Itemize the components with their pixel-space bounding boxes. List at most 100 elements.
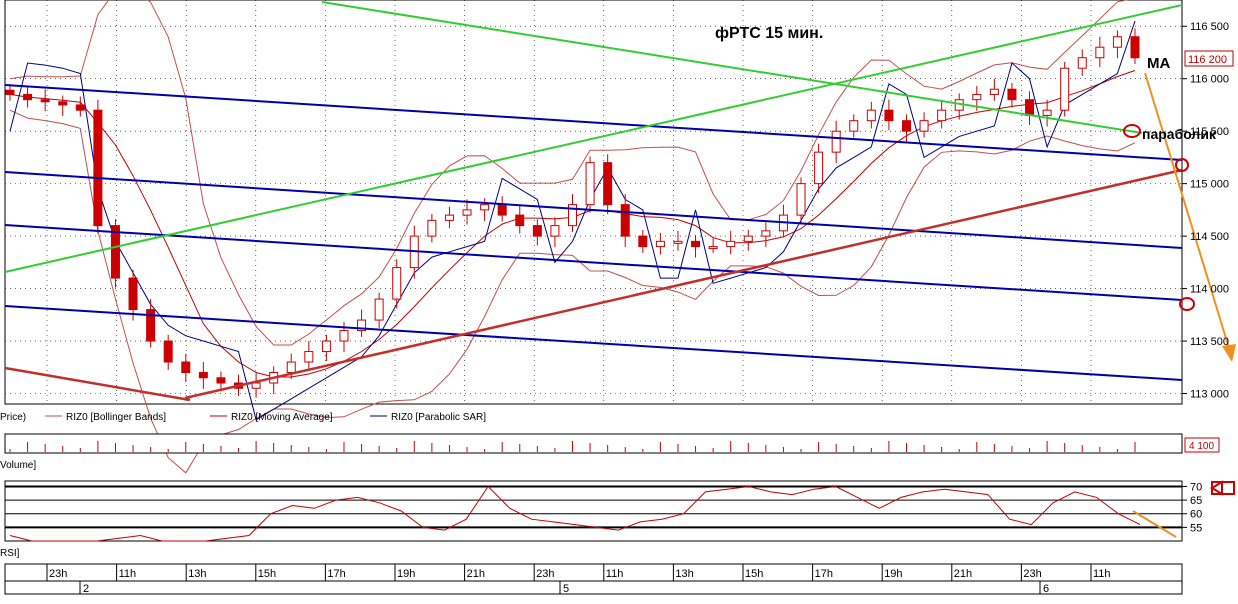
candle-down xyxy=(163,340,173,363)
candle-up xyxy=(585,162,595,206)
candle-down xyxy=(515,214,525,227)
candle-up xyxy=(462,209,472,216)
candle-up xyxy=(1112,36,1122,48)
candle-up xyxy=(321,340,331,353)
rsi-tick-label: 55 xyxy=(1190,522,1202,534)
rsi-pane: 5560 65 70 RSI] xyxy=(0,480,1235,559)
price-tick-label: 113 500 xyxy=(1190,336,1229,348)
candle-up xyxy=(989,88,999,95)
candle-up xyxy=(304,351,314,363)
candle-down xyxy=(884,109,894,122)
time-axis-frame xyxy=(4,563,1183,582)
time-label: 11h xyxy=(119,568,137,580)
candle-up xyxy=(655,240,665,248)
candle-up xyxy=(1095,46,1105,59)
time-label: 23h xyxy=(1023,568,1041,580)
time-label: 21h xyxy=(467,568,485,580)
rsi-label: RSI] xyxy=(0,548,20,559)
candle-up xyxy=(427,219,437,237)
time-label: 19h xyxy=(397,568,415,580)
candle-down xyxy=(23,93,33,101)
candle-down xyxy=(110,225,120,279)
candle-down xyxy=(497,204,507,216)
price-tick-label: 113 000 xyxy=(1190,389,1229,401)
time-label: 13h xyxy=(188,568,206,580)
last-price-label: 116 200 xyxy=(1188,54,1227,66)
legend-row: Price) RIZ0 [Bollinger Bands] RIZ0 [Movi… xyxy=(0,412,486,423)
candle-up xyxy=(673,240,683,244)
price-tick-label: 114 500 xyxy=(1190,231,1229,243)
time-label: 11h xyxy=(606,568,624,580)
chart-window: 113 000 113 500 114 000 114 500 115 000 115 5… xyxy=(0,0,1238,599)
candle-down xyxy=(198,372,208,379)
candle-up xyxy=(444,214,454,221)
time-label: 13h xyxy=(675,568,693,580)
candle-up xyxy=(831,130,841,153)
candle-up xyxy=(708,246,718,250)
candle-down xyxy=(181,361,191,374)
candle-up xyxy=(972,93,982,101)
price-tick-label: 116 500 xyxy=(1190,21,1229,33)
candle-down xyxy=(691,240,701,248)
time-label: 15h xyxy=(745,568,763,580)
day-label: 5 xyxy=(563,583,569,595)
volume-pane-frame xyxy=(4,433,1183,454)
chart-canvas: 113 000113 500114 000114 500115 000115 5… xyxy=(0,0,1236,595)
volume-pane: 4 100 Volume] xyxy=(0,433,1220,471)
rsi-y-axis: 5560 65 70 xyxy=(1182,481,1202,534)
candle-up xyxy=(480,204,490,211)
candle-down xyxy=(93,109,103,227)
time-axis: 23h 11h 13h 15h 17h 19h 21h 23h 11h 13h 15h 17h 19h 2… xyxy=(4,563,1183,595)
rsi-tick-label: 65 xyxy=(1190,495,1202,507)
candle-down xyxy=(1130,36,1140,59)
candle-down xyxy=(901,120,911,132)
time-label: 11h xyxy=(1093,568,1111,580)
parabolic-annotation: параболик xyxy=(1142,126,1217,142)
candle-up xyxy=(743,235,753,242)
rsi-70-arrow-marker xyxy=(1210,480,1235,496)
price-tick-label: 115 000 xyxy=(1190,179,1229,191)
candle-up xyxy=(550,225,560,237)
legend-bollinger: RIZ0 [Bollinger Bands] xyxy=(66,412,166,423)
candle-up xyxy=(866,109,876,122)
ma-annotation: MA xyxy=(1147,55,1170,72)
candle-up xyxy=(374,298,384,321)
legend-price: Price) xyxy=(0,412,26,423)
candle-up xyxy=(796,183,806,216)
candle-up xyxy=(814,151,824,185)
legend-ma: RIZ0 [Moving Average] xyxy=(231,412,333,423)
candle-down xyxy=(216,377,226,384)
time-label: 23h xyxy=(536,568,554,580)
candle-down xyxy=(128,277,138,311)
chart-title: фРТС 15 мин. xyxy=(715,25,823,42)
time-label: 23h xyxy=(49,568,67,580)
candle-up xyxy=(937,109,947,122)
price-tick-label: 116 000 xyxy=(1190,74,1229,86)
day-label: 2 xyxy=(83,583,89,595)
candle-down xyxy=(5,89,15,95)
day-label: 6 xyxy=(1043,583,1049,595)
candle-up xyxy=(1060,67,1070,111)
candle-down xyxy=(532,225,542,237)
time-label: 21h xyxy=(954,568,972,580)
day-axis-frame xyxy=(4,580,1183,595)
candle-up xyxy=(1077,57,1087,69)
candle-down xyxy=(1007,88,1017,101)
candle-up xyxy=(919,120,929,132)
time-label: 17h xyxy=(327,568,345,580)
candle-up xyxy=(849,120,859,132)
price-y-axis: 113 000113 500114 000114 500115 000115 5… xyxy=(1182,21,1229,401)
candle-down xyxy=(58,101,68,106)
time-label: 15h xyxy=(258,568,276,580)
candle-down xyxy=(40,99,50,103)
candle-up xyxy=(251,382,261,389)
price-pane: 113 000113 500114 000114 500115 000115 5… xyxy=(4,0,1236,474)
candle-down xyxy=(1025,99,1035,116)
candle-up xyxy=(726,240,736,248)
candle-down xyxy=(75,104,85,111)
volume-value: 4 100 xyxy=(1189,441,1214,452)
legend-sar: RIZ0 [Parabolic SAR] xyxy=(391,412,486,423)
candle-down xyxy=(603,162,613,206)
candle-down xyxy=(638,235,648,248)
rsi-tick-label: 70 xyxy=(1190,481,1202,493)
